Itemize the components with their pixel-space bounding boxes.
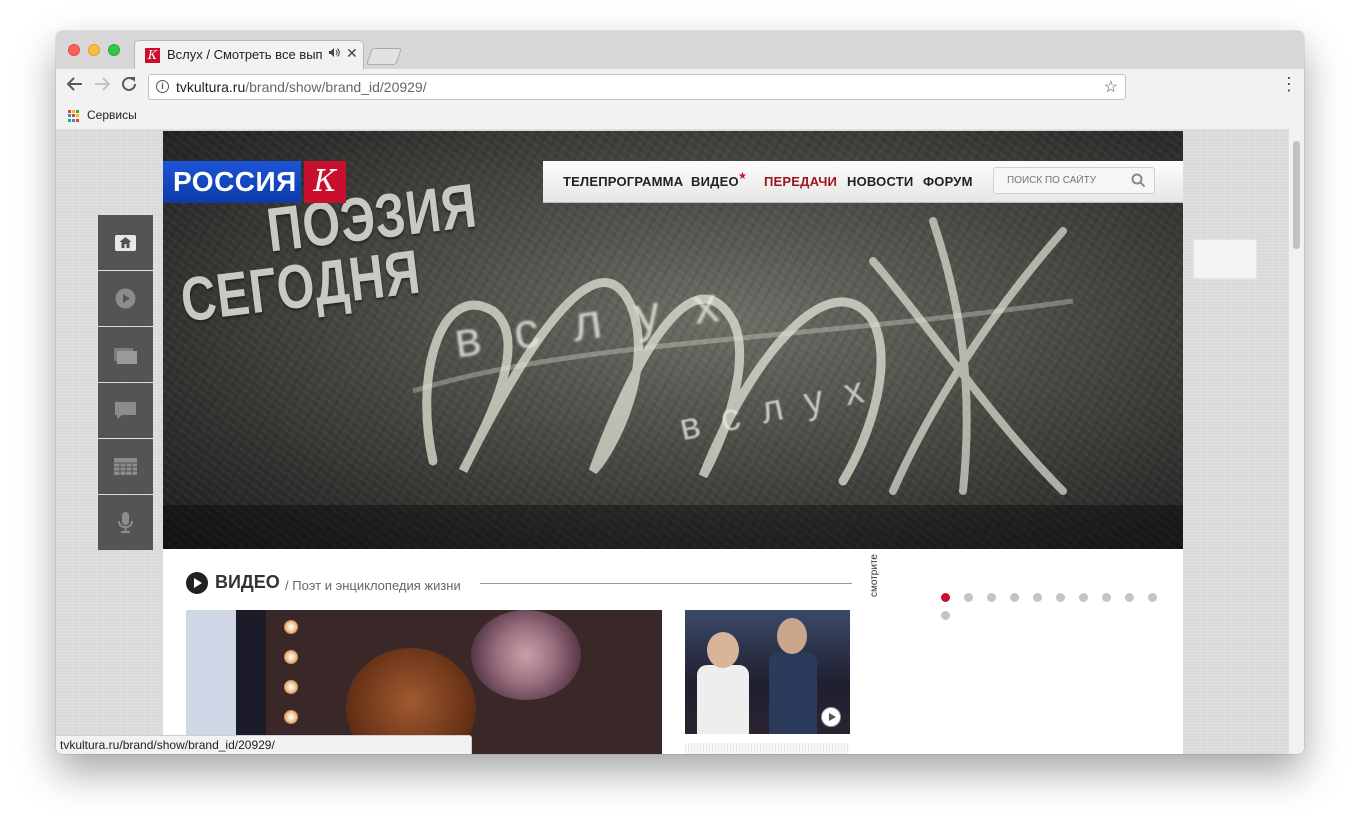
- site-logo-k[interactable]: К: [304, 161, 346, 203]
- video-section-header: ВИДЕО / Поэт и энциклопедия жизни: [186, 571, 852, 601]
- favicon-icon: К: [145, 48, 160, 63]
- sidebar-comments-button[interactable]: [98, 383, 153, 438]
- sidebar-home-button[interactable]: [98, 215, 153, 270]
- home-icon: [115, 235, 136, 251]
- bookmark-services[interactable]: Сервисы: [87, 108, 137, 122]
- hero-bottom-band: [163, 505, 1183, 549]
- sidebar-video-button[interactable]: [98, 271, 153, 326]
- comments-icon: [115, 402, 136, 419]
- apps-grid-icon[interactable]: [68, 110, 80, 122]
- site-logo[interactable]: РОССИЯ: [163, 161, 301, 203]
- sidebar-schedule-button[interactable]: [98, 439, 153, 494]
- stage-light: [284, 680, 298, 694]
- page-scrollbar[interactable]: [1288, 129, 1304, 754]
- site-page: ПОЭЗИЯ СЕГОДНЯ вслух вслух РОССИЯ К ТЕЛЕ…: [163, 131, 1183, 754]
- microphone-icon: [118, 512, 133, 533]
- reload-icon[interactable]: [120, 75, 138, 98]
- schedule-icon: [114, 458, 137, 475]
- page-viewport: ПОЭЗИЯ СЕГОДНЯ вслух вслух РОССИЯ К ТЕЛЕ…: [56, 129, 1304, 754]
- browser-tab[interactable]: К Вслух / Смотреть все вып ✕: [134, 40, 364, 69]
- left-sidebar: [98, 215, 153, 551]
- carousel-dot[interactable]: [941, 611, 950, 620]
- new-tab-button[interactable]: [365, 48, 403, 65]
- thumb-play-icon[interactable]: [821, 707, 841, 727]
- sidebar-gallery-button[interactable]: [98, 327, 153, 382]
- speaker-icon[interactable]: [328, 47, 340, 61]
- stage-lamp: [471, 610, 581, 700]
- search-icon[interactable]: [1131, 173, 1146, 188]
- status-bar-url: tvkultura.ru/brand/show/brand_id/20929/: [56, 735, 472, 754]
- carousel-dot[interactable]: [1124, 593, 1134, 602]
- url-text: tvkultura.ru/brand/show/brand_id/20929/: [176, 79, 427, 95]
- browser-toolbar: i tvkultura.ru/brand/show/brand_id/20929…: [56, 69, 1304, 106]
- stage-light: [284, 710, 298, 724]
- star-icon: ★: [738, 171, 747, 182]
- carousel-dot[interactable]: [1009, 593, 1019, 602]
- stage-light: [284, 650, 298, 664]
- carousel-dot[interactable]: [986, 593, 996, 602]
- hero-banner: ПОЭЗИЯ СЕГОДНЯ вслух вслух РОССИЯ К ТЕЛЕ…: [163, 131, 1183, 549]
- gallery-icon: [114, 348, 137, 364]
- carousel-dot[interactable]: [941, 593, 950, 602]
- nav-item-shows[interactable]: ПЕРЕДАЧИ: [764, 174, 837, 189]
- info-icon[interactable]: i: [156, 80, 169, 93]
- main-video-player[interactable]: [186, 610, 662, 754]
- carousel-dot[interactable]: [963, 593, 973, 602]
- carousel-dot[interactable]: [1101, 593, 1111, 602]
- watch-label: смотрите: [869, 554, 880, 597]
- scrollbar-thumb[interactable]: [1293, 141, 1300, 249]
- url-host: tvkultura.ru: [176, 79, 246, 95]
- main-nav: ТЕЛЕПРОГРАММА ВИДЕО ★ ПЕРЕДАЧИ НОВОСТИ Ф…: [543, 161, 1183, 203]
- video-section-title[interactable]: ВИДЕО: [215, 572, 280, 593]
- forward-arrow-icon[interactable]: [93, 75, 111, 98]
- sidebar-audio-button[interactable]: [98, 495, 153, 550]
- zoom-window-button[interactable]: [108, 44, 120, 56]
- tab-title: Вслух / Смотреть все вып: [167, 47, 323, 62]
- thumb-person: [697, 665, 749, 734]
- browser-window: К Вслух / Смотреть все вып ✕ i tvkultura…: [56, 31, 1304, 754]
- carousel-dots: [941, 593, 1183, 620]
- nav-item-tv-program[interactable]: ТЕЛЕПРОГРАММА: [563, 174, 683, 189]
- section-divider: [480, 583, 852, 584]
- tab-strip: К Вслух / Смотреть все вып ✕: [56, 31, 1304, 69]
- carousel-dot[interactable]: [1055, 593, 1065, 602]
- bookmarks-bar: Сервисы: [56, 105, 1304, 130]
- kebab-menu-icon[interactable]: ⋮: [1280, 74, 1298, 95]
- url-path: /brand/show/brand_id/20929/: [245, 79, 427, 95]
- carousel-dot[interactable]: [1147, 593, 1157, 602]
- carousel-dot[interactable]: [1078, 593, 1088, 602]
- nav-item-news[interactable]: НОВОСТИ: [847, 174, 913, 189]
- thumb-person: [777, 618, 807, 654]
- stage-light: [284, 620, 298, 634]
- thumbnail-caption-area: [685, 743, 850, 754]
- video-section-subtitle: / Поэт и энциклопедия жизни: [285, 578, 461, 593]
- nav-item-video[interactable]: ВИДЕО: [691, 174, 739, 189]
- right-ad-placeholder: [1193, 239, 1257, 279]
- video-thumbnail[interactable]: [685, 610, 850, 734]
- minimize-window-button[interactable]: [88, 44, 100, 56]
- thumb-person: [769, 652, 817, 734]
- thumb-person: [707, 632, 739, 668]
- carousel-dot[interactable]: [1032, 593, 1042, 602]
- nav-item-forum[interactable]: ФОРУМ: [923, 174, 973, 189]
- play-circle-icon: [186, 572, 208, 594]
- tab-close-icon[interactable]: ✕: [346, 45, 358, 62]
- close-window-button[interactable]: [68, 44, 80, 56]
- address-bar[interactable]: i tvkultura.ru/brand/show/brand_id/20929…: [148, 74, 1126, 100]
- bookmark-star-icon[interactable]: ☆: [1104, 77, 1118, 97]
- back-arrow-icon[interactable]: [66, 75, 84, 98]
- play-icon: [115, 288, 136, 309]
